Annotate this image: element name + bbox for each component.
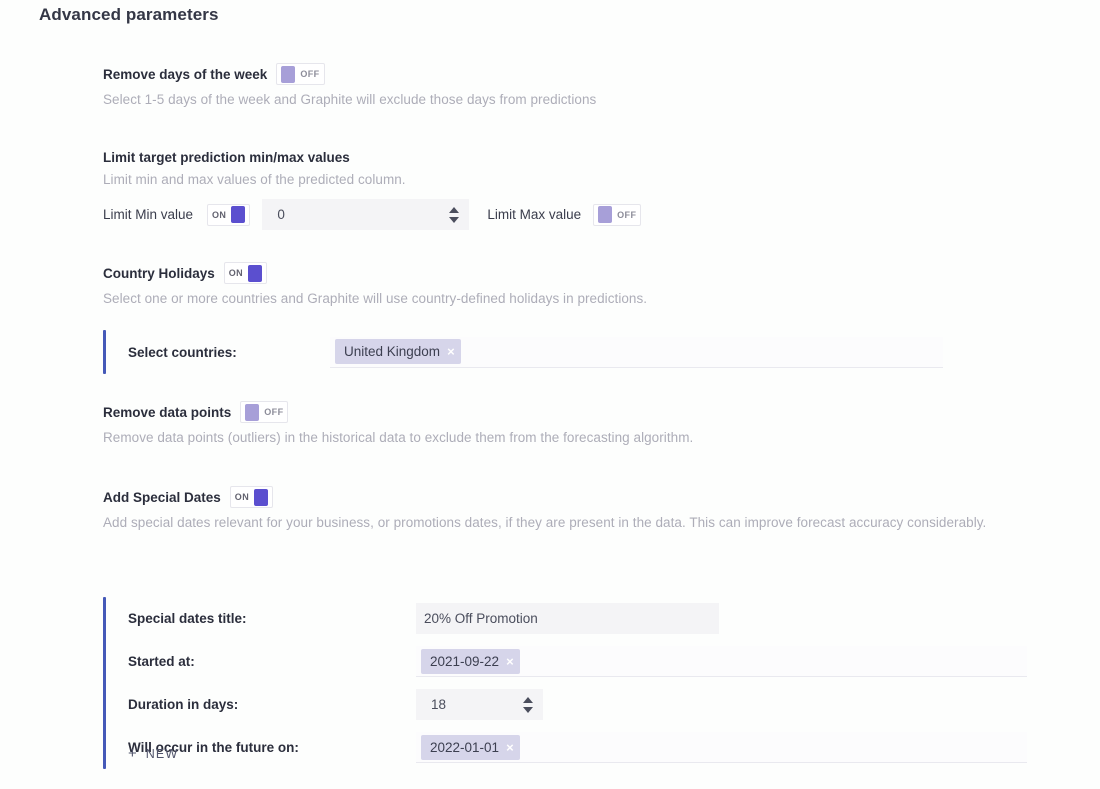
section-remove-days-of-week: Remove days of the week OFF Select 1-5 d… <box>103 63 596 107</box>
toggle-knob-icon <box>231 206 246 223</box>
limit-min-toggle[interactable]: ON <box>207 203 251 226</box>
future-occurrence-chip[interactable]: 2022-01-01 × <box>421 734 520 760</box>
special-dates-title-row: Special dates title: 20% Off Promotion <box>128 597 1038 640</box>
remove-days-toggle-state: OFF <box>300 69 320 79</box>
duration-input[interactable]: 18 <box>416 689 543 720</box>
remove-days-label: Remove days of the week <box>103 66 268 82</box>
advanced-parameters-page: Advanced parameters Remove days of the w… <box>0 0 1100 789</box>
started-at-label: Started at: <box>128 654 195 669</box>
section-limit-values: Limit target prediction min/max values L… <box>103 150 642 230</box>
limit-min-input[interactable]: 0 <box>262 199 470 230</box>
future-occurrence-row: Will occur in the future on: 2022-01-01 … <box>128 726 1038 769</box>
special-dates-title-value: 20% Off Promotion <box>424 611 538 626</box>
page-title: Advanced parameters <box>39 5 219 24</box>
section-remove-data-points: Remove data points OFF Remove data point… <box>103 401 693 445</box>
remove-days-header: Remove days of the week OFF <box>103 63 596 85</box>
started-at-input[interactable]: 2021-09-22 × <box>416 646 1027 677</box>
special-dates-title-input[interactable]: 20% Off Promotion <box>416 603 719 634</box>
close-icon[interactable]: × <box>447 345 455 358</box>
limit-max-toggle-state: OFF <box>617 209 637 220</box>
select-countries-label: Select countries: <box>128 344 237 360</box>
started-at-row: Started at: 2021-09-22 × <box>128 640 1038 683</box>
limit-max-label: Limit Max value <box>487 207 582 222</box>
close-icon[interactable]: × <box>506 741 514 754</box>
duration-label: Duration in days: <box>128 697 239 712</box>
remove-data-points-header: Remove data points OFF <box>103 401 693 423</box>
country-chip-label: United Kingdom <box>344 344 441 359</box>
country-holidays-header: Country Holidays ON <box>103 262 647 284</box>
section-add-special-dates: Add Special Dates ON Add special dates r… <box>103 486 986 530</box>
duration-value: 18 <box>431 697 447 712</box>
country-chip[interactable]: United Kingdom × <box>335 339 461 364</box>
toggle-knob-icon <box>281 65 296 83</box>
select-countries-row: Select countries: United Kingdom × <box>128 330 943 374</box>
stepper-up-icon[interactable] <box>523 696 533 703</box>
section-country-holidays: Country Holidays ON Select one or more c… <box>103 262 647 306</box>
remove-data-points-toggle-state: OFF <box>264 407 284 417</box>
country-holidays-toggle[interactable]: ON <box>223 262 268 284</box>
limit-min-label: Limit Min value <box>103 207 194 222</box>
limit-values-description: Limit min and max values of the predicte… <box>103 172 406 187</box>
limit-min-value: 0 <box>277 207 285 222</box>
toggle-knob-icon <box>248 264 263 282</box>
add-new-special-date-button[interactable]: + NEW <box>128 746 178 761</box>
toggle-knob-icon <box>254 488 269 506</box>
future-occurrence-chip-label: 2022-01-01 <box>430 739 500 755</box>
remove-data-points-description: Remove data points (outliers) in the his… <box>103 430 694 445</box>
special-dates-label: Add Special Dates <box>103 489 221 505</box>
panel-accent-bar <box>103 330 106 374</box>
special-dates-header: Add Special Dates ON <box>103 486 986 508</box>
toggle-knob-icon <box>598 206 613 223</box>
stepper-down-icon[interactable] <box>523 706 533 713</box>
country-select-panel: Select countries: United Kingdom × <box>103 330 943 374</box>
special-dates-toggle[interactable]: ON <box>229 486 274 508</box>
special-dates-toggle-state: ON <box>234 492 250 502</box>
country-holidays-description: Select one or more countries and Graphit… <box>103 291 648 306</box>
duration-row: Duration in days: 18 <box>128 683 1038 726</box>
plus-icon: + <box>128 745 137 762</box>
countries-select-input[interactable]: United Kingdom × <box>330 336 943 368</box>
limit-min-toggle-state: ON <box>212 209 227 220</box>
started-at-chip[interactable]: 2021-09-22 × <box>421 648 520 674</box>
started-at-chip-label: 2021-09-22 <box>430 653 500 669</box>
limit-values-label: Limit target prediction min/max values <box>103 150 350 165</box>
close-icon[interactable]: × <box>506 655 514 668</box>
limit-max-toggle[interactable]: OFF <box>593 203 642 226</box>
limit-min-stepper[interactable] <box>449 206 460 223</box>
panel-accent-bar <box>103 597 106 769</box>
stepper-down-icon[interactable] <box>449 216 460 223</box>
remove-days-toggle[interactable]: OFF <box>276 63 325 85</box>
remove-days-description: Select 1-5 days of the week and Graphite… <box>103 92 597 107</box>
duration-stepper[interactable] <box>523 696 533 713</box>
country-holidays-label: Country Holidays <box>103 265 215 281</box>
stepper-up-icon[interactable] <box>449 206 460 213</box>
future-occurrence-input[interactable]: 2022-01-01 × <box>416 732 1027 763</box>
remove-data-points-toggle[interactable]: OFF <box>240 401 289 423</box>
special-dates-description: Add special dates relevant for your busi… <box>103 515 987 530</box>
limit-values-controls: Limit Min value ON 0 Limit Max value OFF <box>103 199 642 230</box>
special-dates-panel: Special dates title: 20% Off Promotion S… <box>103 597 1038 769</box>
add-new-label: NEW <box>145 746 179 761</box>
special-dates-title-label: Special dates title: <box>128 611 247 626</box>
toggle-knob-icon <box>245 403 260 421</box>
remove-data-points-label: Remove data points <box>103 404 232 420</box>
country-holidays-toggle-state: ON <box>228 268 244 278</box>
